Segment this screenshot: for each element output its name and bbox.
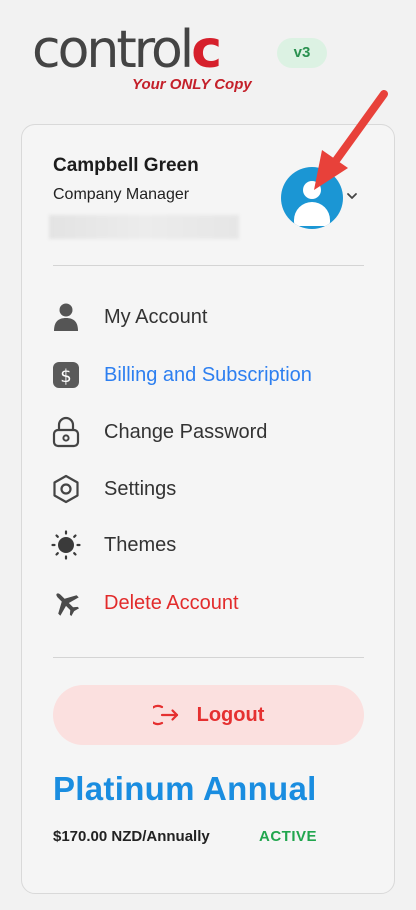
controlc-logo[interactable]: controlc Your ONLY Copy (32, 20, 272, 96)
menu-item-label: My Account (104, 305, 208, 328)
plan-name: Platinum Annual (53, 770, 317, 807)
lock-icon (50, 416, 82, 448)
menu-item-label: Change Password (104, 420, 268, 443)
logout-label: Logout (196, 703, 265, 726)
divider (53, 657, 364, 658)
settings-hexagon-icon (50, 473, 82, 505)
menu-item-delete-account[interactable]: Delete Account (50, 583, 370, 623)
account-menu-panel: Campbell Green Company Manager My Accoun… (21, 124, 395, 894)
plan-price: $170.00 NZD/Annually (53, 828, 210, 845)
logout-button[interactable]: Logout (53, 685, 364, 745)
avatar-body (294, 202, 330, 226)
menu-item-themes[interactable]: Themes (50, 525, 370, 565)
logo-wordmark-main: control (32, 20, 194, 80)
redacted-user-email (49, 215, 239, 239)
annotation-arrow-icon (314, 90, 388, 190)
plan-status-badge: ACTIVE (259, 828, 318, 845)
airplane-icon (50, 587, 82, 619)
logout-arrow-icon (152, 704, 178, 726)
logo-wordmark: controlc (32, 20, 222, 80)
menu-item-settings[interactable]: Settings (50, 469, 370, 509)
menu-item-billing[interactable]: $ Billing and Subscription (50, 355, 370, 395)
person-icon (50, 301, 82, 333)
menu-item-label: Billing and Subscription (104, 363, 312, 386)
user-name: Campbell Green (53, 155, 199, 176)
menu-item-label: Delete Account (104, 591, 239, 614)
svg-text:$: $ (60, 366, 71, 387)
menu-item-label: Settings (104, 477, 177, 500)
menu-item-my-account[interactable]: My Account (50, 297, 370, 337)
menu-item-label: Themes (104, 533, 177, 556)
user-role: Company Manager (53, 186, 190, 203)
sun-icon (50, 529, 82, 561)
menu-item-change-password[interactable]: Change Password (50, 412, 370, 452)
logo-wordmark-accent: c (191, 20, 222, 80)
divider (53, 265, 364, 266)
logo-tagline: Your ONLY Copy (132, 76, 252, 93)
dollar-icon: $ (50, 359, 82, 391)
version-badge: v3 (277, 38, 327, 68)
